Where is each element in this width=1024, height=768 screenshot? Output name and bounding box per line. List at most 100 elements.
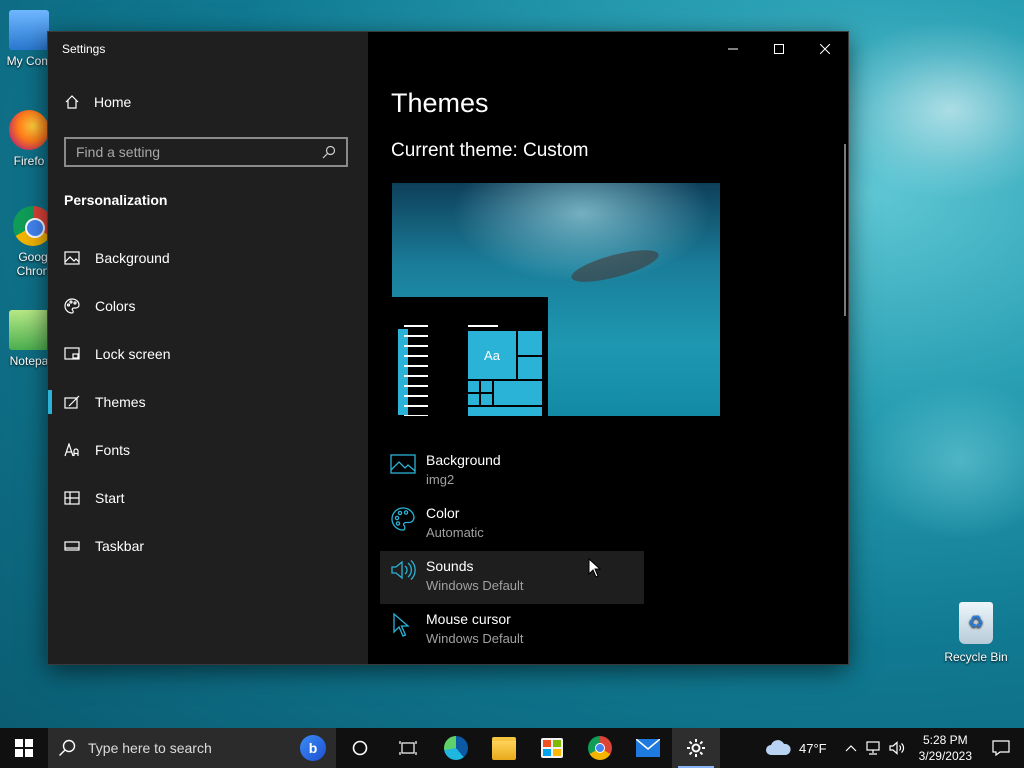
sidebar-item-colors[interactable]: Colors xyxy=(48,282,368,330)
desktop-icon-recycle-bin[interactable]: Recycle Bin xyxy=(940,602,1012,664)
settings-window: Settings Home Personalization Background… xyxy=(48,32,848,664)
minimize-button[interactable] xyxy=(710,32,756,66)
start-button[interactable] xyxy=(0,728,48,768)
network-button[interactable] xyxy=(865,741,881,755)
window-controls xyxy=(710,32,848,66)
sidebar-item-start[interactable]: Start xyxy=(48,474,368,522)
maximize-icon xyxy=(774,44,784,54)
computer-icon xyxy=(9,10,49,50)
taskbar-edge[interactable] xyxy=(432,728,480,768)
system-tray: 47°F 5:28 PM 3/29/2023 xyxy=(765,728,1024,768)
image-icon xyxy=(64,251,80,265)
sidebar-item-themes[interactable]: Themes xyxy=(48,378,368,426)
sidebar-item-background[interactable]: Background xyxy=(48,234,368,282)
sidebar-item-label: Lock screen xyxy=(95,346,171,362)
desktop-icon-label: Goog Chron xyxy=(16,250,50,278)
volume-icon xyxy=(889,741,904,755)
section-title: Personalization xyxy=(64,192,168,208)
home-link[interactable]: Home xyxy=(64,94,131,110)
mouse-cursor-icon xyxy=(393,612,410,637)
clock-time: 5:28 PM xyxy=(922,733,968,747)
sidebar-nav: Background Colors Lock screen Themes Fon… xyxy=(48,234,368,570)
notification-icon xyxy=(992,740,1010,756)
mail-icon xyxy=(636,739,660,757)
home-label: Home xyxy=(94,94,132,110)
preview-sample-tile: Aa xyxy=(468,331,516,379)
volume-button[interactable] xyxy=(889,741,905,755)
chrome-icon xyxy=(588,736,612,760)
start-icon xyxy=(64,491,80,505)
minimize-icon xyxy=(728,48,738,50)
clock-date: 3/29/2023 xyxy=(918,749,972,763)
sidebar-item-fonts[interactable]: Fonts xyxy=(48,426,368,474)
theme-setting-value: Windows Default xyxy=(426,631,524,646)
preview-window-panel: Aa xyxy=(392,297,548,416)
cloud-icon xyxy=(766,740,791,755)
weather-widget[interactable]: 47°F xyxy=(765,740,827,756)
theme-setting-name: Background xyxy=(426,452,501,468)
scrollbar[interactable] xyxy=(844,144,846,316)
taskbar-task-view[interactable] xyxy=(384,728,432,768)
clock[interactable]: 5:28 PM 3/29/2023 xyxy=(919,732,972,764)
taskbar-mail[interactable] xyxy=(624,728,672,768)
theme-setting-color[interactable]: Color Automatic xyxy=(380,498,644,551)
speaker-icon xyxy=(391,560,416,580)
find-setting-search xyxy=(64,137,348,167)
window-title: Settings xyxy=(62,42,106,56)
theme-setting-mouse-cursor[interactable]: Mouse cursor Windows Default xyxy=(380,604,644,657)
task-view-icon xyxy=(399,741,417,755)
search-icon[interactable] xyxy=(322,145,336,159)
edge-icon xyxy=(444,736,468,760)
weather-temperature: 47°F xyxy=(799,740,827,756)
sidebar: Settings Home Personalization Background… xyxy=(48,32,368,664)
sidebar-item-label: Colors xyxy=(95,298,136,314)
taskbar-store[interactable] xyxy=(528,728,576,768)
bing-icon[interactable]: b xyxy=(300,735,326,761)
taskbar-search: b xyxy=(48,728,336,768)
settings-icon xyxy=(687,739,705,757)
home-icon xyxy=(65,95,79,109)
find-setting-input[interactable] xyxy=(76,144,322,160)
chrome-icon xyxy=(13,206,53,246)
sidebar-item-label: Fonts xyxy=(95,442,131,458)
theme-preview: Aa xyxy=(392,183,720,416)
preview-menu-lines xyxy=(398,325,428,416)
chevron-up-icon xyxy=(845,745,857,752)
theme-setting-sounds[interactable]: Sounds Windows Default xyxy=(380,551,644,604)
notepad-icon xyxy=(9,310,49,350)
main-content: Themes Current theme: Custom Aa Backgrou… xyxy=(368,32,848,664)
taskbar-settings[interactable] xyxy=(672,728,720,768)
close-button[interactable] xyxy=(802,32,848,66)
taskbar-chrome[interactable] xyxy=(576,728,624,768)
theme-setting-name: Sounds xyxy=(426,558,474,574)
taskbar-cortana[interactable] xyxy=(336,728,384,768)
close-icon xyxy=(820,44,830,54)
theme-setting-value: Windows Default xyxy=(426,578,524,593)
theme-setting-background[interactable]: Background img2 xyxy=(380,445,644,498)
palette-icon xyxy=(391,507,415,531)
lock-screen-icon xyxy=(64,347,80,360)
sidebar-item-lock-screen[interactable]: Lock screen xyxy=(48,330,368,378)
current-theme-heading: Current theme: Custom xyxy=(391,140,589,161)
wallpaper-highlight xyxy=(820,20,1024,200)
action-center-button[interactable] xyxy=(992,740,1010,756)
taskbar-file-explorer[interactable] xyxy=(480,728,528,768)
sidebar-item-label: Themes xyxy=(95,394,146,410)
show-hidden-icons-button[interactable] xyxy=(845,744,857,752)
recycle-bin-icon xyxy=(959,602,993,644)
taskbar-search-input[interactable] xyxy=(86,739,300,757)
sidebar-item-taskbar[interactable]: Taskbar xyxy=(48,522,368,570)
theme-setting-name: Mouse cursor xyxy=(426,611,511,627)
preview-tile-header xyxy=(468,325,498,327)
taskbar: b 47°F xyxy=(0,728,1024,768)
page-title: Themes xyxy=(391,88,489,118)
maximize-button[interactable] xyxy=(756,32,802,66)
mouse-pointer-icon xyxy=(588,558,602,578)
cortana-icon xyxy=(352,740,368,756)
theme-setting-value: Automatic xyxy=(426,525,484,540)
theme-setting-value: img2 xyxy=(426,472,455,487)
network-icon xyxy=(866,741,880,755)
sidebar-item-label: Background xyxy=(95,250,170,266)
file-explorer-icon xyxy=(492,736,516,760)
firefox-icon xyxy=(9,110,49,150)
